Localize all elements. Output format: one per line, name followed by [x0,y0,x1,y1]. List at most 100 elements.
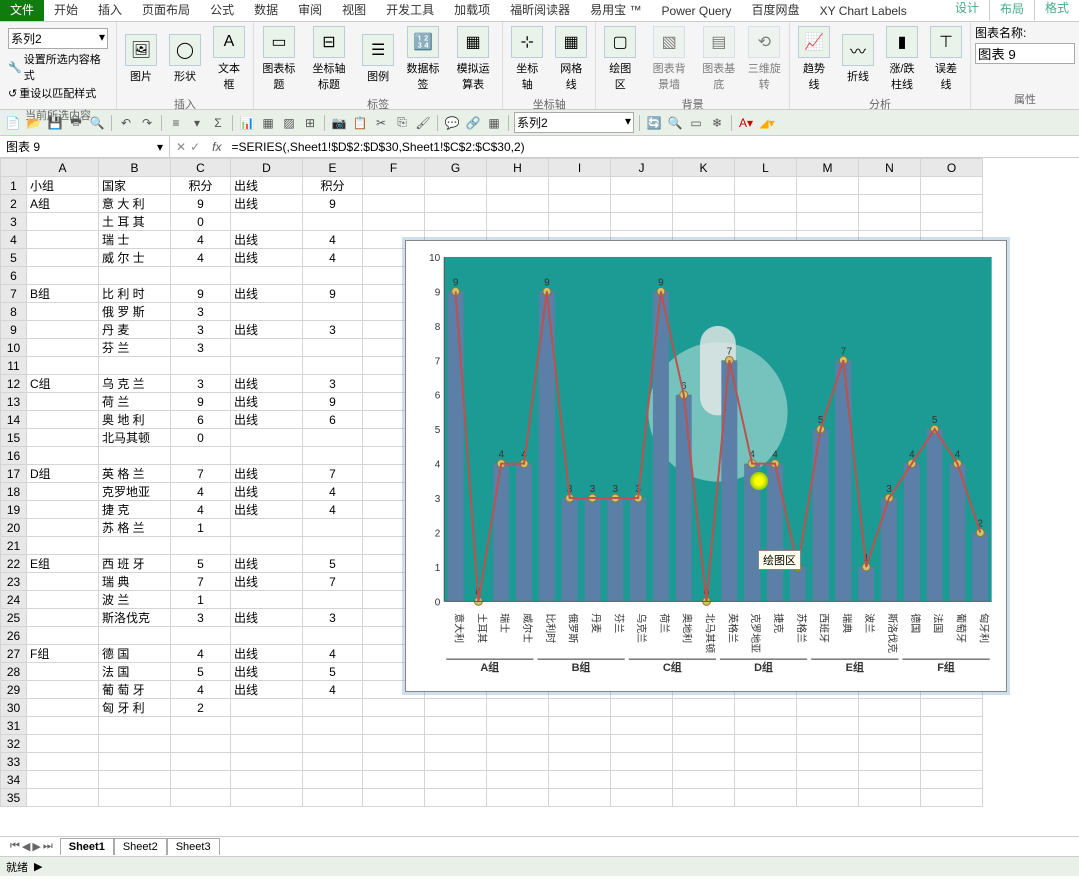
save-icon[interactable]: 💾 [46,114,64,132]
cell-E9[interactable]: 3 [303,321,363,339]
tab-易用宝 ™[interactable]: 易用宝 ™ [580,0,651,21]
series-select[interactable]: 系列2▾ [8,28,108,49]
cell-H2[interactable] [487,195,549,213]
row-header-18[interactable]: 18 [1,483,27,501]
cell-M30[interactable] [797,699,859,717]
cell-L30[interactable] [735,699,797,717]
cell-C24[interactable]: 1 [171,591,231,609]
cell-C26[interactable] [171,627,231,645]
cell-D17[interactable]: 出线 [231,465,303,483]
col-header-N[interactable]: N [859,159,921,177]
cell-F33[interactable] [363,753,425,771]
cell-O2[interactable] [921,195,983,213]
print-icon[interactable]: 🖶 [67,114,85,132]
cut-icon[interactable]: ✂ [372,114,390,132]
cell-A34[interactable] [27,771,99,789]
gridlines-btn[interactable]: ▦网格线 [551,24,591,94]
cell-C35[interactable] [171,789,231,807]
enter-icon[interactable]: ✓ [190,140,200,154]
cell-B34[interactable] [99,771,171,789]
cell-A2[interactable]: A组 [27,195,99,213]
chart-floor-btn[interactable]: ▤图表基底 [698,24,739,94]
cancel-icon[interactable]: ✕ [176,140,186,154]
cell-A33[interactable] [27,753,99,771]
cell-B21[interactable] [99,537,171,555]
cell-A29[interactable] [27,681,99,699]
cell-D15[interactable] [231,429,303,447]
cell-D4[interactable]: 出线 [231,231,303,249]
cell-G34[interactable] [425,771,487,789]
cell-D6[interactable] [231,267,303,285]
cell-E25[interactable]: 3 [303,609,363,627]
cell-B35[interactable] [99,789,171,807]
cell-A35[interactable] [27,789,99,807]
updown-bars-btn[interactable]: ▮涨/跌柱线 [882,24,922,94]
cell-D12[interactable]: 出线 [231,375,303,393]
qat-series-select[interactable]: 系列2▾ [514,112,634,133]
sort-icon[interactable]: ≡ [167,114,185,132]
cell-E16[interactable] [303,447,363,465]
fill-icon[interactable]: ▨ [280,114,298,132]
cell-N35[interactable] [859,789,921,807]
plot-area-btn[interactable]: ▢绘图区 [600,24,640,94]
cell-D28[interactable]: 出线 [231,663,303,681]
cell-F30[interactable] [363,699,425,717]
row-header-17[interactable]: 17 [1,465,27,483]
row-header-10[interactable]: 10 [1,339,27,357]
row-header-11[interactable]: 11 [1,357,27,375]
cell-K33[interactable] [673,753,735,771]
cell-B16[interactable] [99,447,171,465]
cell-C9[interactable]: 3 [171,321,231,339]
cell-C33[interactable] [171,753,231,771]
cell-O31[interactable] [921,717,983,735]
sheet-tab-Sheet3[interactable]: Sheet3 [167,838,220,855]
cell-B24[interactable]: 波 兰 [99,591,171,609]
tab-布局[interactable]: 布局 [989,0,1035,21]
cell-B13[interactable]: 荷 兰 [99,393,171,411]
cell-N33[interactable] [859,753,921,771]
cell-A16[interactable] [27,447,99,465]
cell-M35[interactable] [797,789,859,807]
cell-O1[interactable] [921,177,983,195]
cell-B32[interactable] [99,735,171,753]
row-header-34[interactable]: 34 [1,771,27,789]
row-header-22[interactable]: 22 [1,555,27,573]
textbox-btn[interactable]: A文本框 [209,24,249,94]
cell-K34[interactable] [673,771,735,789]
row-header-14[interactable]: 14 [1,411,27,429]
open-icon[interactable]: 📂 [25,114,43,132]
row-header-21[interactable]: 21 [1,537,27,555]
filter-icon[interactable]: ▾ [188,114,206,132]
cell-B14[interactable]: 奥 地 利 [99,411,171,429]
cell-B7[interactable]: 比 利 时 [99,285,171,303]
cell-D34[interactable] [231,771,303,789]
cell-B5[interactable]: 威 尔 士 [99,249,171,267]
cell-A24[interactable] [27,591,99,609]
cell-E2[interactable]: 9 [303,195,363,213]
rotation-3d-btn[interactable]: ⟲三维旋转 [744,24,785,94]
col-header-J[interactable]: J [611,159,673,177]
trendline-btn[interactable]: 📈趋势线 [794,24,834,94]
first-sheet-icon[interactable]: ⏮ [10,840,20,853]
cell-B2[interactable]: 意 大 利 [99,195,171,213]
cell-A26[interactable] [27,627,99,645]
cell-F3[interactable] [363,213,425,231]
cell-D11[interactable] [231,357,303,375]
copy-icon[interactable]: ⎘ [393,114,411,132]
cell-A10[interactable] [27,339,99,357]
fill-color-icon[interactable]: ◢▾ [758,114,776,132]
cell-B15[interactable]: 北马其顿 [99,429,171,447]
cell-A21[interactable] [27,537,99,555]
comment-icon[interactable]: 💬 [443,114,461,132]
cell-K1[interactable] [673,177,735,195]
col-header-B[interactable]: B [99,159,171,177]
cell-G35[interactable] [425,789,487,807]
cell-C32[interactable] [171,735,231,753]
cell-J30[interactable] [611,699,673,717]
table-icon[interactable]: ▦ [485,114,503,132]
row-header-26[interactable]: 26 [1,627,27,645]
cell-B8[interactable]: 俄 罗 斯 [99,303,171,321]
cell-B27[interactable]: 德 国 [99,645,171,663]
cell-C7[interactable]: 9 [171,285,231,303]
cell-B33[interactable] [99,753,171,771]
